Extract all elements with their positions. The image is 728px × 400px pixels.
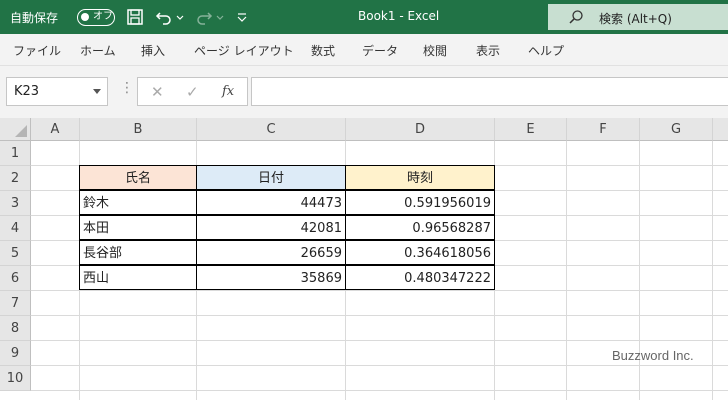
cancel-icon[interactable]: ✕	[151, 83, 164, 101]
row-header-8[interactable]: 8	[0, 316, 31, 341]
column-header-h[interactable]	[713, 118, 728, 141]
tab-file[interactable]: ファイル	[13, 42, 61, 59]
gridline	[31, 315, 728, 316]
undo-dropdown-icon[interactable]	[175, 8, 185, 26]
tab-page-layout[interactable]: ページ レイアウト	[194, 42, 294, 59]
tab-formulas[interactable]: 数式	[311, 42, 335, 59]
tab-data[interactable]: データ	[362, 42, 398, 59]
column-header-d[interactable]: D	[346, 118, 495, 141]
formula-buttons: ✕ ✓ fx	[137, 77, 248, 106]
cell-b3[interactable]: 鈴木	[79, 190, 197, 215]
cell-c3[interactable]: 44473	[196, 190, 346, 215]
enter-icon[interactable]: ✓	[186, 83, 199, 101]
tab-review[interactable]: 校閲	[423, 42, 447, 59]
redo-icon[interactable]	[195, 8, 213, 26]
watermark: Buzzword Inc.	[612, 348, 694, 363]
gridline	[31, 390, 728, 391]
redo-dropdown-icon[interactable]	[215, 8, 225, 26]
cell-b6[interactable]: 西山	[79, 265, 197, 290]
cell-c5[interactable]: 26659	[196, 240, 346, 265]
row-header-3[interactable]: 3	[0, 191, 31, 216]
tab-help[interactable]: ヘルプ	[528, 42, 564, 59]
select-all-triangle-icon	[15, 125, 27, 137]
gridline	[712, 141, 713, 400]
tab-view[interactable]: 表示	[476, 42, 500, 59]
column-header-f[interactable]: F	[567, 118, 640, 141]
cell-c6[interactable]: 35869	[196, 265, 346, 290]
cell-d6[interactable]: 0.480347222	[345, 265, 495, 290]
cell-d3[interactable]: 0.591956019	[345, 190, 495, 215]
column-header-g[interactable]: G	[640, 118, 713, 141]
gridline	[566, 141, 567, 400]
row-header-10[interactable]: 10	[0, 366, 31, 391]
row-header-7[interactable]: 7	[0, 291, 31, 316]
formula-input[interactable]	[251, 77, 728, 106]
select-all-button[interactable]	[0, 118, 31, 141]
ribbon-tabs: ファイル ホーム 挿入 ページ レイアウト 数式 データ 校閲 表示 ヘルプ	[0, 34, 728, 66]
name-box[interactable]: K23	[6, 77, 108, 106]
gridline	[31, 340, 728, 341]
window-title: Book1 - Excel	[358, 9, 440, 23]
autosave-toggle[interactable]: オフ	[77, 9, 115, 26]
autosave-label: 自動保存	[10, 11, 59, 25]
search-box[interactable]: 検索 (Alt+Q)	[548, 4, 728, 30]
cell-d5[interactable]: 0.364618056	[345, 240, 495, 265]
insert-function-icon[interactable]: fx	[222, 84, 234, 99]
gridline	[31, 365, 728, 366]
undo-icon[interactable]	[155, 8, 173, 26]
search-placeholder: 検索 (Alt+Q)	[599, 12, 672, 26]
title-bar: 自動保存 オフ Book1 - Excel 検索 (Alt+Q)	[0, 0, 728, 34]
column-header-a[interactable]: A	[31, 118, 80, 141]
search-icon	[569, 10, 583, 24]
row-header-4[interactable]: 4	[0, 216, 31, 241]
row-header-1[interactable]: 1	[0, 141, 31, 166]
row-header-6[interactable]: 6	[0, 266, 31, 291]
row-header-2[interactable]: 2	[0, 166, 31, 191]
tab-home[interactable]: ホーム	[80, 42, 116, 59]
cell-d2-header-time[interactable]: 時刻	[345, 165, 495, 190]
cell-b2-header-name[interactable]: 氏名	[79, 165, 197, 190]
cell-c2-header-date[interactable]: 日付	[196, 165, 346, 190]
row-header-5[interactable]: 5	[0, 241, 31, 266]
formula-bar-handle-icon[interactable]: ⋮	[120, 80, 134, 96]
formula-bar: K23 ⋮ ✕ ✓ fx	[0, 66, 728, 118]
name-box-value: K23	[14, 84, 40, 99]
cell-c4[interactable]: 42081	[196, 215, 346, 240]
row-header-9[interactable]: 9	[0, 341, 31, 366]
save-icon[interactable]	[126, 8, 144, 26]
toggle-label: オフ	[93, 11, 113, 22]
column-header-b[interactable]: B	[80, 118, 197, 141]
customize-toolbar-icon[interactable]	[236, 8, 248, 26]
gridline	[31, 290, 728, 291]
tab-insert[interactable]: 挿入	[141, 42, 165, 59]
column-header-c[interactable]: C	[197, 118, 346, 141]
cell-b4[interactable]: 本田	[79, 215, 197, 240]
name-box-dropdown-icon[interactable]	[93, 89, 101, 94]
cell-d4[interactable]: 0.96568287	[345, 215, 495, 240]
worksheet-grid[interactable]: A B C D E F G 1 2 3 4 5 6 7 8 9 10 氏名 日付…	[0, 118, 728, 400]
column-header-e[interactable]: E	[495, 118, 567, 141]
cell-b5[interactable]: 長谷部	[79, 240, 197, 265]
toggle-knob	[81, 13, 89, 21]
